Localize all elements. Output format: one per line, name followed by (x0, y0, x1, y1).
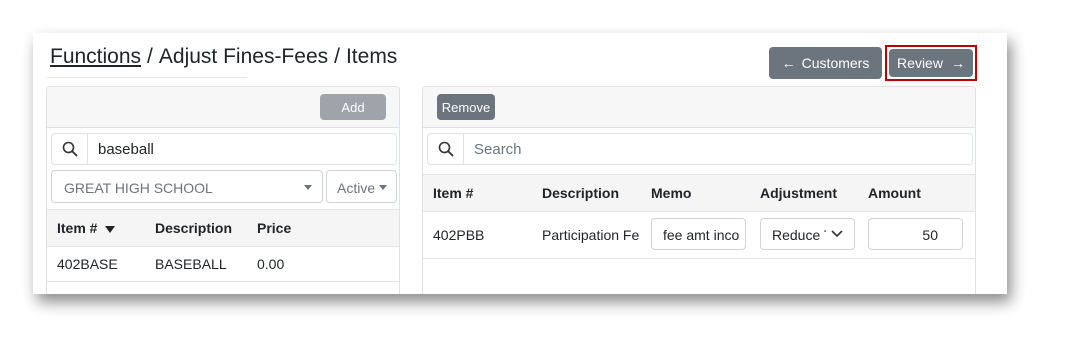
row-description: BASEBALL (155, 256, 227, 272)
column-amount-header: Amount (868, 185, 921, 201)
remove-button[interactable]: Remove (437, 94, 495, 120)
review-button-label: Review (897, 55, 943, 71)
memo-input-value: fee amt inco (663, 227, 740, 243)
search-icon (52, 134, 88, 164)
search-icon (428, 134, 464, 164)
customers-button-label: Customers (801, 55, 870, 71)
breadcrumb-separator: / (147, 45, 153, 68)
status-select[interactable]: Active (326, 170, 397, 203)
school-select[interactable]: GREAT HIGH SCHOOL (51, 170, 323, 203)
row-item-number: 402BASE (57, 256, 118, 272)
column-adjustment-header: Adjustment (760, 185, 837, 201)
review-button[interactable]: Review → (889, 49, 973, 77)
selected-items-panel: Remove Search Item # Description Memo Ad… (422, 86, 976, 294)
breadcrumb-separator: / (334, 45, 340, 68)
column-price-header: Price (257, 220, 292, 236)
row-description: Participation Fe (542, 227, 640, 243)
row-divider (423, 258, 975, 259)
amount-input-value: 50 (922, 227, 938, 243)
column-memo-header: Memo (651, 185, 692, 201)
row-price: 0.00 (257, 256, 285, 272)
chevron-down-icon (831, 230, 843, 238)
selected-search-placeholder: Search (474, 141, 522, 158)
breadcrumb-functions-link[interactable]: Functions (50, 45, 141, 68)
arrow-right-icon: → (950, 55, 965, 71)
column-description-header: Description (542, 185, 620, 201)
selected-items-toolbar: Remove (423, 87, 975, 128)
customers-button[interactable]: ← Customers (769, 47, 882, 79)
row-divider (47, 281, 399, 282)
arrow-left-icon: ← (781, 55, 796, 71)
selected-items-table-header: Item # Description Memo Adjustment Amoun… (423, 174, 975, 212)
item-search-value: baseball (98, 141, 154, 158)
sort-down-icon (105, 225, 116, 233)
adjust-items-window: Functions / Adjust Fines-Fees / Items ← Custo… (33, 33, 1007, 294)
available-items-table-header: Item # Description Price (47, 209, 399, 247)
caret-down-icon (304, 185, 312, 190)
breadcrumb-items: Items (345, 45, 398, 68)
review-highlight: Review → (885, 45, 977, 81)
adjustment-select-value: Reduce T (772, 227, 826, 243)
column-item-label: Item # (57, 220, 98, 236)
available-items-toolbar: Add (47, 87, 399, 128)
add-button[interactable]: Add (320, 94, 386, 120)
status-select-value: Active (337, 180, 376, 196)
row-item-number: 402PBB (433, 227, 485, 243)
memo-input[interactable]: fee amt inco (651, 218, 746, 250)
caret-down-icon (379, 185, 387, 190)
breadcrumb-adjust: Adjust Fines-Fees (158, 45, 329, 68)
column-item-header: Item # (433, 185, 474, 201)
item-search-field[interactable]: baseball (51, 133, 397, 165)
breadcrumb-divider (47, 77, 247, 78)
column-item-header[interactable]: Item # (57, 220, 116, 236)
adjustment-select[interactable]: Reduce T (760, 218, 855, 250)
breadcrumb: Functions / Adjust Fines-Fees / Items (50, 45, 397, 69)
school-select-value: GREAT HIGH SCHOOL (64, 180, 213, 196)
selected-search-field[interactable]: Search (427, 133, 973, 165)
amount-input[interactable]: 50 (868, 218, 963, 250)
available-items-panel: Add baseball GREAT HIGH SCHOOL Active It… (46, 86, 400, 294)
column-description-header: Description (155, 220, 233, 236)
